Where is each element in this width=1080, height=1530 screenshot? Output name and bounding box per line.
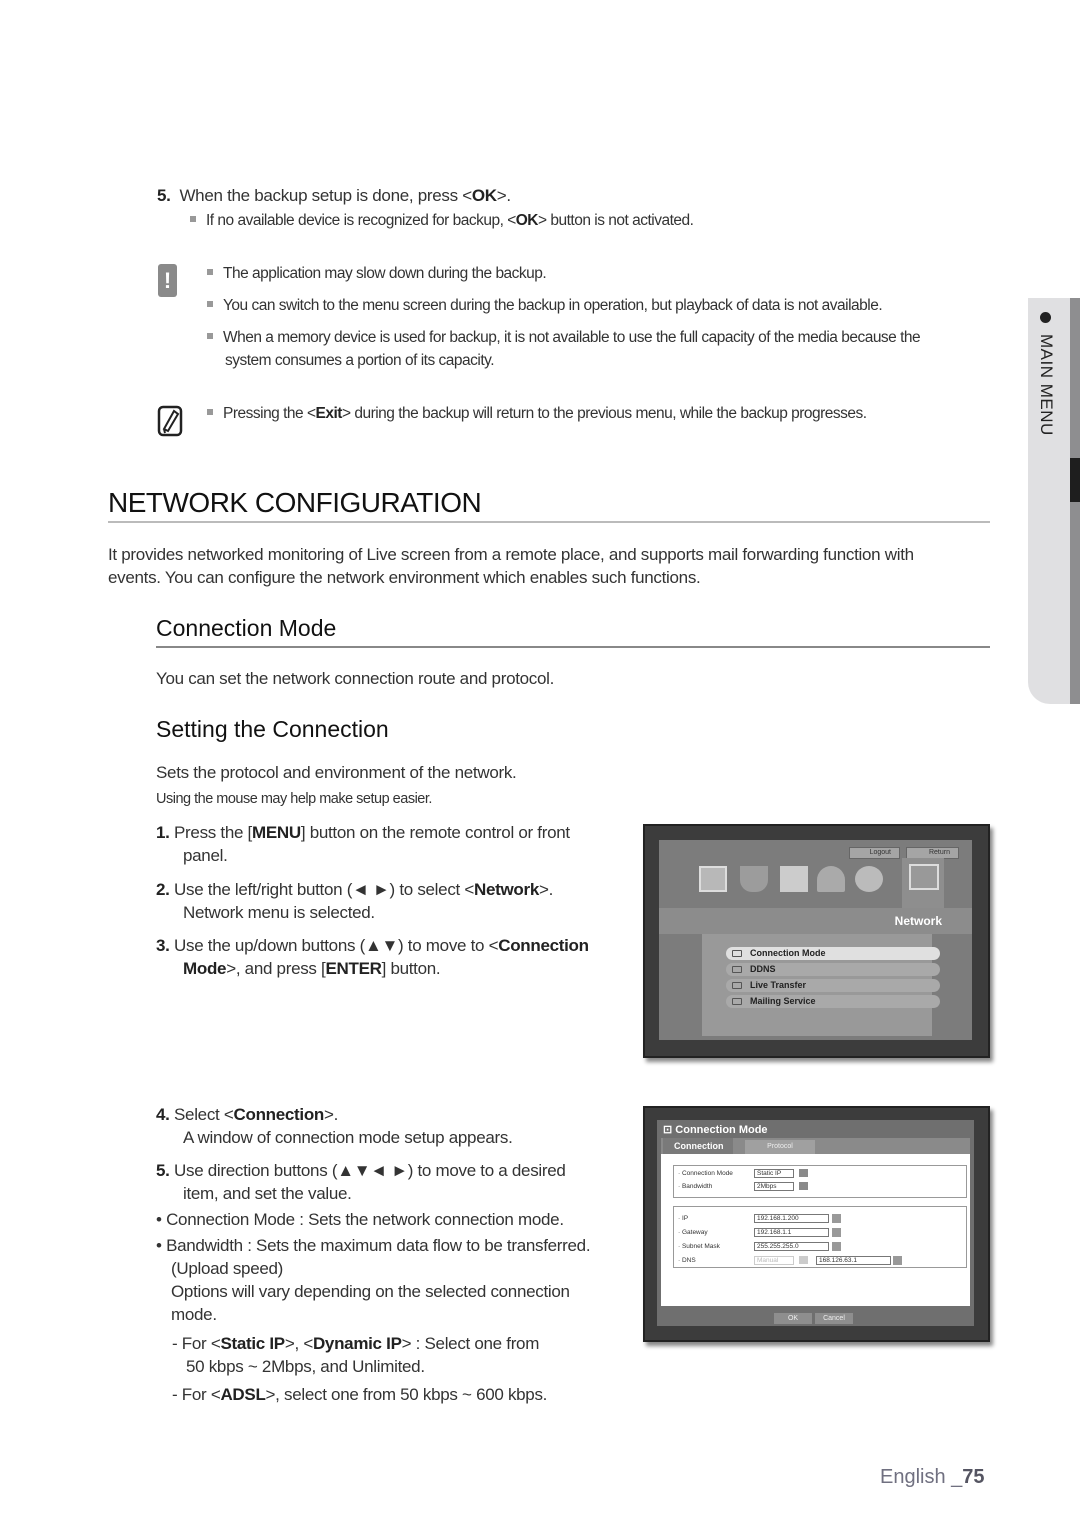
connection-mode-select[interactable]: Static IP [754, 1169, 794, 1178]
side-tab-label: MAIN MENU [1037, 334, 1056, 436]
connection-mode-label: · Connection Mode [678, 1170, 733, 1177]
step-3: 3. Use the up/down buttons (▲▼) to move … [156, 936, 589, 978]
intro-line-1: It provides networked monitoring of Live… [108, 545, 914, 564]
side-tab-main-menu: MAIN MENU [1028, 298, 1080, 704]
camera-dome-icon[interactable] [740, 866, 768, 892]
dns-input[interactable]: 168.126.63.1 [816, 1256, 891, 1265]
backup-step-5: 5. When the backup setup is done, press … [157, 186, 511, 205]
gateway-input[interactable]: 192.168.1.1 [754, 1228, 829, 1237]
dns-label: · DNS [678, 1257, 696, 1264]
subsection-desc: You can set the network connection route… [156, 669, 555, 688]
dns-mode-select[interactable]: Manual [754, 1256, 794, 1265]
bullet-bandwidth: • Bandwidth : Sets the maximum data flow… [156, 1236, 591, 1324]
backup-sub-note: If no available device is recognized for… [190, 210, 694, 232]
menu-item-ddns[interactable]: DDNS [726, 963, 940, 976]
step-5: 5. Use direction buttons (▲▼◄ ►) to move… [156, 1161, 566, 1203]
intro-line-2: events. You can configure the network en… [108, 568, 701, 587]
alarm-icon[interactable] [817, 866, 845, 892]
ip-label: · IP [678, 1215, 689, 1222]
bullet-connection-mode: • Connection Mode : Sets the network con… [156, 1210, 564, 1229]
menu-item-mailing-service[interactable]: Mailing Service [726, 995, 940, 1008]
ok-button[interactable]: OK [774, 1313, 812, 1324]
exclamation-icon: ! [158, 264, 177, 297]
gateway-label: · Gateway [678, 1229, 708, 1236]
pencil-note-icon [157, 405, 185, 437]
subsection-title: Connection Mode [156, 615, 337, 641]
backup-disc-icon[interactable] [855, 866, 883, 892]
menu-item-connection-mode[interactable]: Connection Mode [726, 947, 940, 960]
caution-item-cont: system consumes a portion of its capacit… [225, 352, 495, 369]
step-2: 2. Use the left/right button (◄ ►) to se… [156, 880, 554, 922]
bandwidth-select[interactable]: 2Mbps [754, 1182, 794, 1191]
spinner-icon[interactable] [832, 1214, 841, 1223]
connection-dialog-screenshot: ⊡ Connection Mode Connection Protocol · … [643, 1106, 990, 1342]
spinner-icon[interactable] [832, 1242, 841, 1251]
subnet-input[interactable]: 255.255.255.0 [754, 1242, 829, 1251]
menu-item-live-transfer[interactable]: Live Transfer [726, 979, 940, 992]
sub2-hint: Using the mouse may help make setup easi… [156, 791, 432, 807]
monitor-settings-icon[interactable] [699, 866, 727, 892]
chevron-down-icon[interactable] [799, 1182, 808, 1190]
network-menu-screenshot: Logout Return Network Connection Mode DD… [643, 824, 990, 1058]
section-title-rule [108, 521, 990, 523]
bullet-dot-icon [1040, 312, 1051, 323]
logout-button[interactable]: Logout [849, 847, 900, 859]
dialog-body: · Connection Mode Static IP · Bandwidth … [661, 1154, 970, 1306]
tab-connection[interactable]: Connection [663, 1138, 733, 1154]
step-4: 4. Select <Connection>. A window of conne… [156, 1105, 513, 1147]
tab-protocol[interactable]: Protocol [745, 1140, 815, 1154]
record-schedule-icon[interactable] [780, 866, 808, 892]
step-1: 1. Press the [MENU] button on the remote… [156, 823, 570, 865]
bandwidth-label: · Bandwidth [678, 1183, 713, 1190]
network-icon[interactable] [909, 864, 939, 890]
section-title: NETWORK CONFIGURATION [108, 487, 482, 518]
subnet-label: · Subnet Mask [678, 1243, 720, 1250]
chevron-down-icon[interactable] [799, 1256, 808, 1264]
sub2-desc: Sets the protocol and environment of the… [156, 763, 517, 782]
active-tab-label: Network [894, 914, 942, 928]
note-item: Pressing the <Exit> during the backup wi… [207, 403, 867, 425]
spinner-icon[interactable] [832, 1228, 841, 1237]
dash-adsl: - For <ADSL>, select one from 50 kbps ~ … [172, 1385, 548, 1404]
caution-item: When a memory device is used for backup,… [207, 327, 921, 349]
caution-item: The application may slow down during the… [207, 263, 547, 285]
dialog-title: ⊡ Connection Mode [663, 1124, 768, 1136]
ip-input[interactable]: 192.168.1.200 [754, 1214, 829, 1223]
chevron-down-icon[interactable] [799, 1169, 808, 1177]
page-footer: English _75 [880, 1466, 985, 1488]
spinner-icon[interactable] [893, 1256, 902, 1265]
sub2-title: Setting the Connection [156, 716, 389, 742]
subsection-rule [156, 646, 990, 648]
caution-item: You can switch to the menu screen during… [207, 295, 883, 317]
dash-static-dynamic: - For <Static IP>, <Dynamic IP> : Select… [172, 1334, 540, 1376]
cancel-button[interactable]: Cancel [815, 1313, 853, 1324]
